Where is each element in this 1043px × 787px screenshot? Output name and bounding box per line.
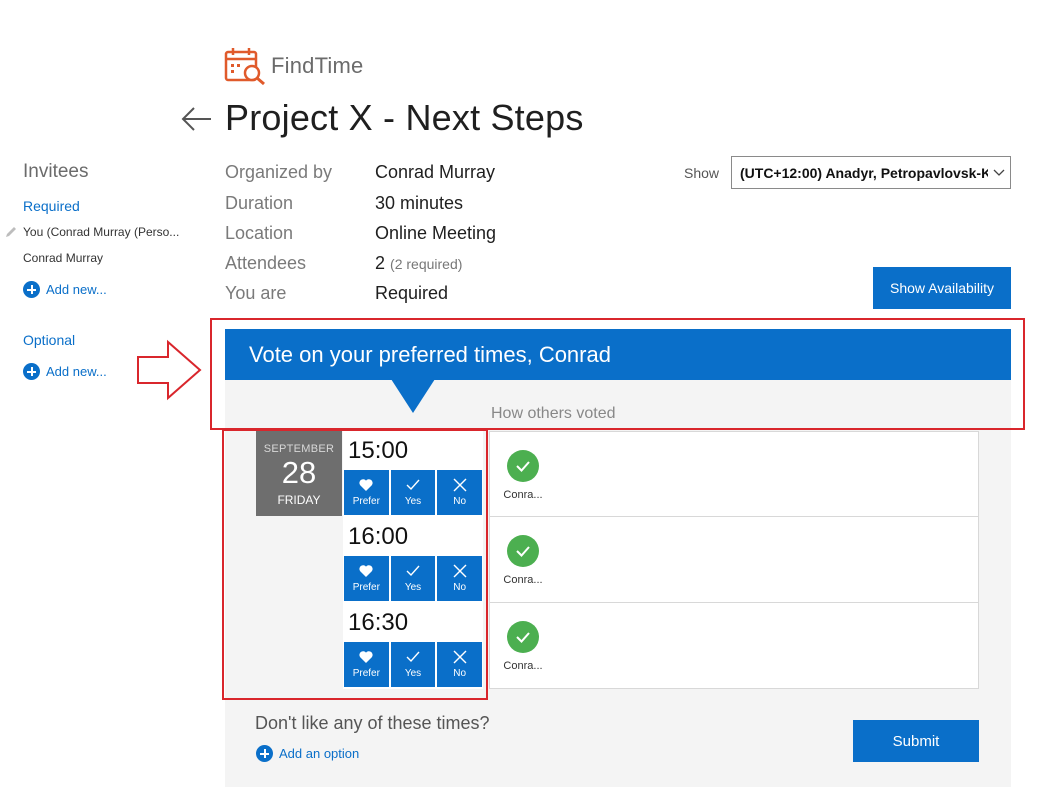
check-circle-icon xyxy=(507,450,539,482)
chevron-down-icon xyxy=(993,169,1005,176)
organized-by-label: Organized by xyxy=(225,162,333,182)
timezone-select[interactable]: (UTC+12:00) Anadyr, Petropavlovsk-Kamcha… xyxy=(731,156,1011,189)
others-vote-row: Conra... xyxy=(489,431,979,517)
optional-heading: Optional xyxy=(23,332,76,348)
location-value: Online Meeting xyxy=(375,223,497,243)
voter: Conra... xyxy=(501,450,545,501)
add-new-label: Add new... xyxy=(46,282,107,297)
voter-name: Conra... xyxy=(503,574,543,586)
timezone-show-label: Show xyxy=(684,165,720,181)
location-label: Location xyxy=(225,223,294,243)
you-are-label: You are xyxy=(225,283,287,303)
plus-circle-icon xyxy=(23,281,40,298)
invitee-conrad-murray: Conrad Murray xyxy=(23,251,104,265)
page-title: Project X - Next Steps xyxy=(225,97,584,138)
voter-name: Conra... xyxy=(503,660,543,672)
timezone-selected-value: (UTC+12:00) Anadyr, Petropavlovsk-Kamcha… xyxy=(740,164,988,181)
findtime-logo-icon xyxy=(224,48,265,86)
voter: Conra... xyxy=(501,621,545,672)
voter-name: Conra... xyxy=(503,489,543,501)
attendees-label: Attendees xyxy=(225,253,307,273)
annotation-highlight-banner xyxy=(210,318,1025,430)
add-option-link[interactable]: Add an option xyxy=(256,745,359,762)
add-new-label: Add new... xyxy=(46,364,107,379)
submit-button[interactable]: Submit xyxy=(853,720,979,762)
duration-label: Duration xyxy=(225,193,294,213)
you-are-value: Required xyxy=(375,283,449,303)
check-circle-icon xyxy=(507,535,539,567)
duration-value: 30 minutes xyxy=(375,193,464,213)
plus-circle-icon xyxy=(256,745,273,762)
others-vote-row: Conra... xyxy=(489,517,979,603)
annotation-highlight-slots xyxy=(222,429,488,700)
annotation-arrow-icon xyxy=(137,339,202,401)
required-heading: Required xyxy=(23,198,80,214)
show-availability-button[interactable]: Show Availability xyxy=(873,267,1011,309)
back-arrow-icon[interactable] xyxy=(180,104,214,134)
pencil-icon xyxy=(6,227,16,237)
add-required-invitee-link[interactable]: Add new... xyxy=(23,281,107,298)
invitees-heading: Invitees xyxy=(23,161,89,182)
dont-like-times-text: Don't like any of these times? xyxy=(255,713,490,733)
organized-by-value: Conrad Murray xyxy=(375,162,496,182)
add-optional-invitee-link[interactable]: Add new... xyxy=(23,363,107,380)
app-name: FindTime xyxy=(271,53,364,78)
attendees-count: 2 xyxy=(375,253,386,273)
invitee-you: You (Conrad Murray (Perso... xyxy=(23,225,180,239)
voter: Conra... xyxy=(501,535,545,586)
attendees-required-note: (2 required) xyxy=(390,256,463,272)
others-vote-row: Conra... xyxy=(489,603,979,689)
plus-circle-icon xyxy=(23,363,40,380)
attendees-value: 2 (2 required) xyxy=(375,253,462,274)
add-option-label: Add an option xyxy=(279,746,360,761)
check-circle-icon xyxy=(507,621,539,653)
